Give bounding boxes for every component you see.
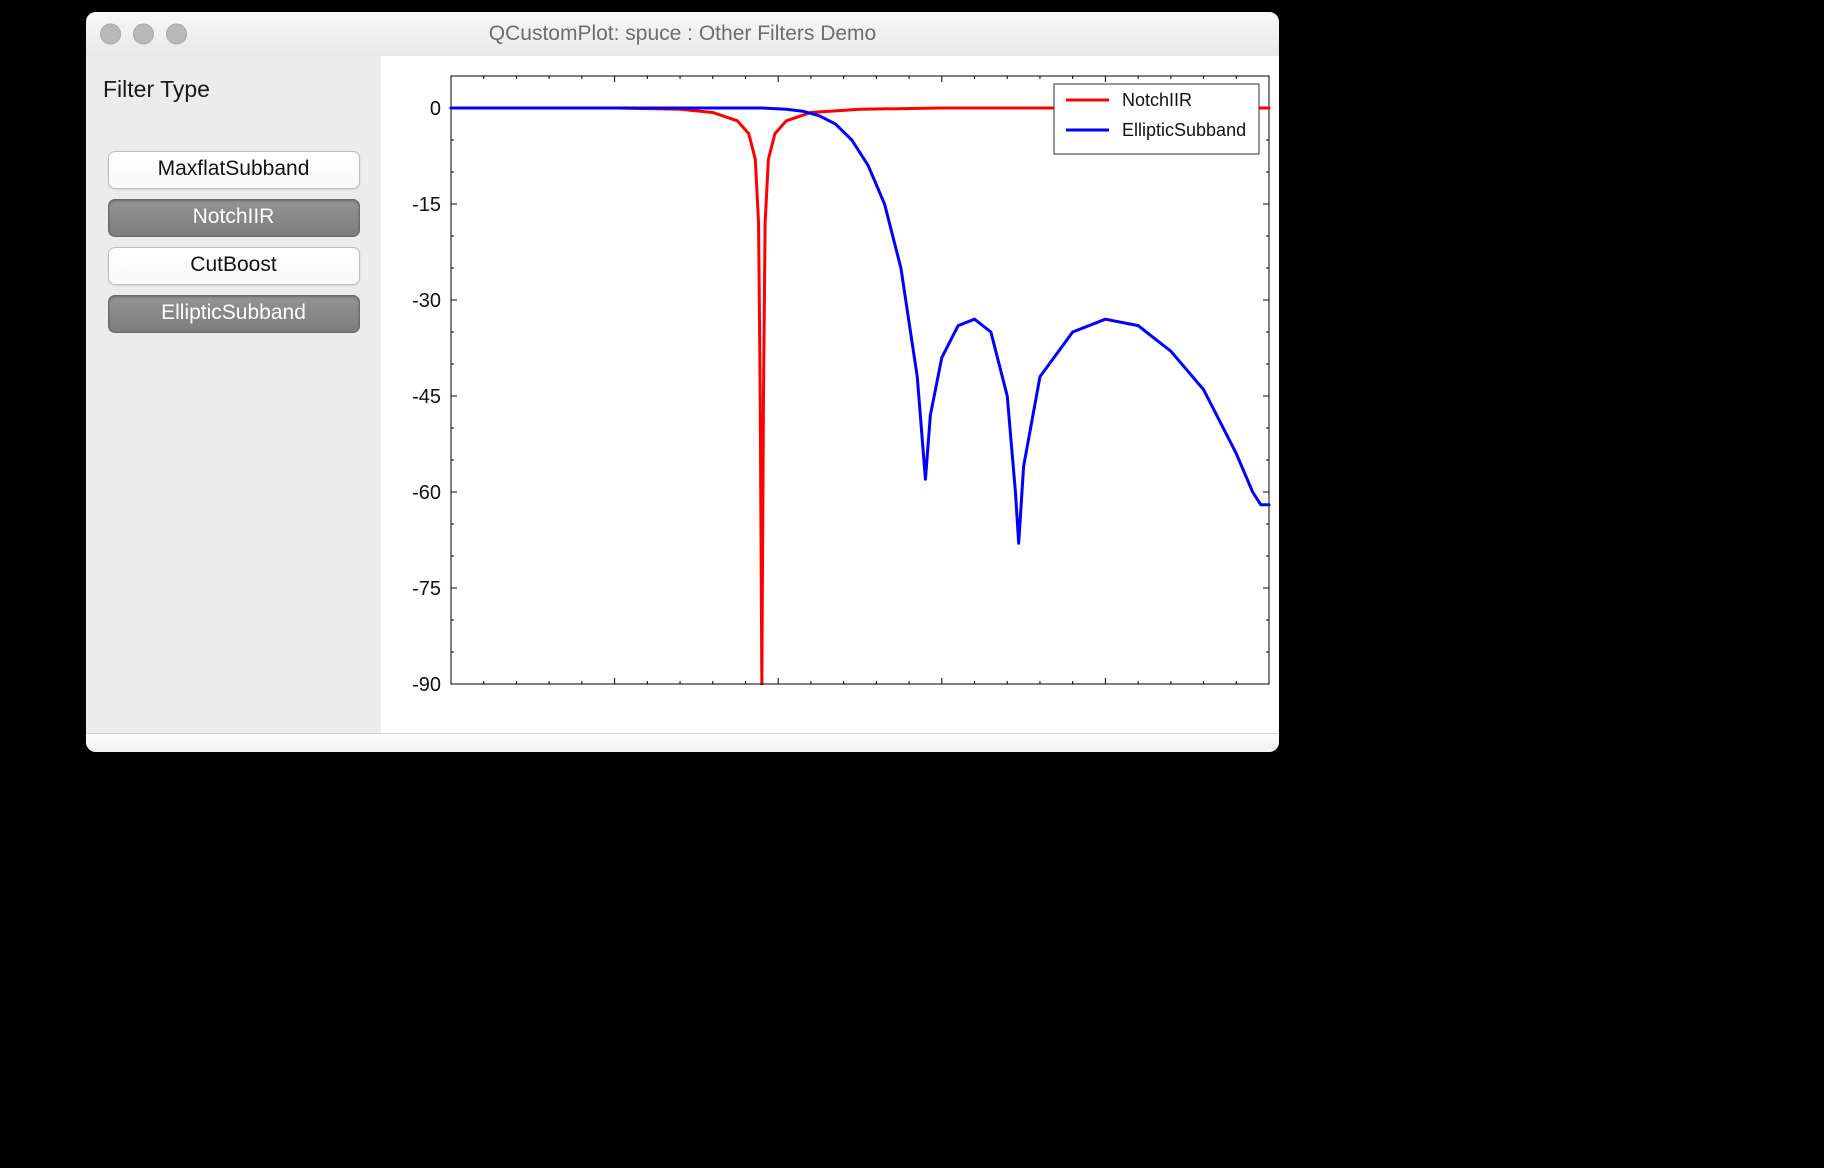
filter-button-notchiir[interactable]: NotchIIR <box>108 199 360 237</box>
app-window: QCustomPlot: spuce : Other Filters Demo … <box>86 12 1279 752</box>
svg-text:EllipticSubband: EllipticSubband <box>1122 120 1246 140</box>
svg-text:-90: -90 <box>412 674 441 696</box>
window-controls <box>100 24 187 45</box>
filter-button-maxflatsubband[interactable]: MaxflatSubband <box>108 151 360 189</box>
plot-area[interactable]: 0-15-30-45-60-75-900.000.100.200.300.40N… <box>381 56 1279 734</box>
svg-text:-30: -30 <box>412 290 441 312</box>
filter-type-label: Filter Type <box>103 76 367 103</box>
titlebar: QCustomPlot: spuce : Other Filters Demo <box>86 12 1279 57</box>
window-title: QCustomPlot: spuce : Other Filters Demo <box>86 22 1279 46</box>
svg-text:-45: -45 <box>412 386 441 408</box>
filter-button-list: MaxflatSubband NotchIIR CutBoost EllipticSu… <box>100 151 367 333</box>
chart-canvas: 0-15-30-45-60-75-900.000.100.200.300.40N… <box>381 56 1279 734</box>
svg-text:-60: -60 <box>412 482 441 504</box>
filter-button-ellipticsubband[interactable]: EllipticSubband <box>108 295 360 333</box>
svg-text:-15: -15 <box>412 194 441 216</box>
sidebar: Filter Type MaxflatSubband NotchIIR CutBoo… <box>86 56 381 734</box>
filter-button-cutboost[interactable]: CutBoost <box>108 247 360 285</box>
close-icon[interactable] <box>100 24 121 45</box>
svg-text:0: 0 <box>430 98 441 120</box>
status-bar <box>86 733 1279 752</box>
svg-text:-75: -75 <box>412 578 441 600</box>
zoom-icon[interactable] <box>166 24 187 45</box>
svg-text:NotchIIR: NotchIIR <box>1122 90 1192 110</box>
content-area: Filter Type MaxflatSubband NotchIIR CutBoo… <box>86 56 1279 734</box>
minimize-icon[interactable] <box>133 24 154 45</box>
